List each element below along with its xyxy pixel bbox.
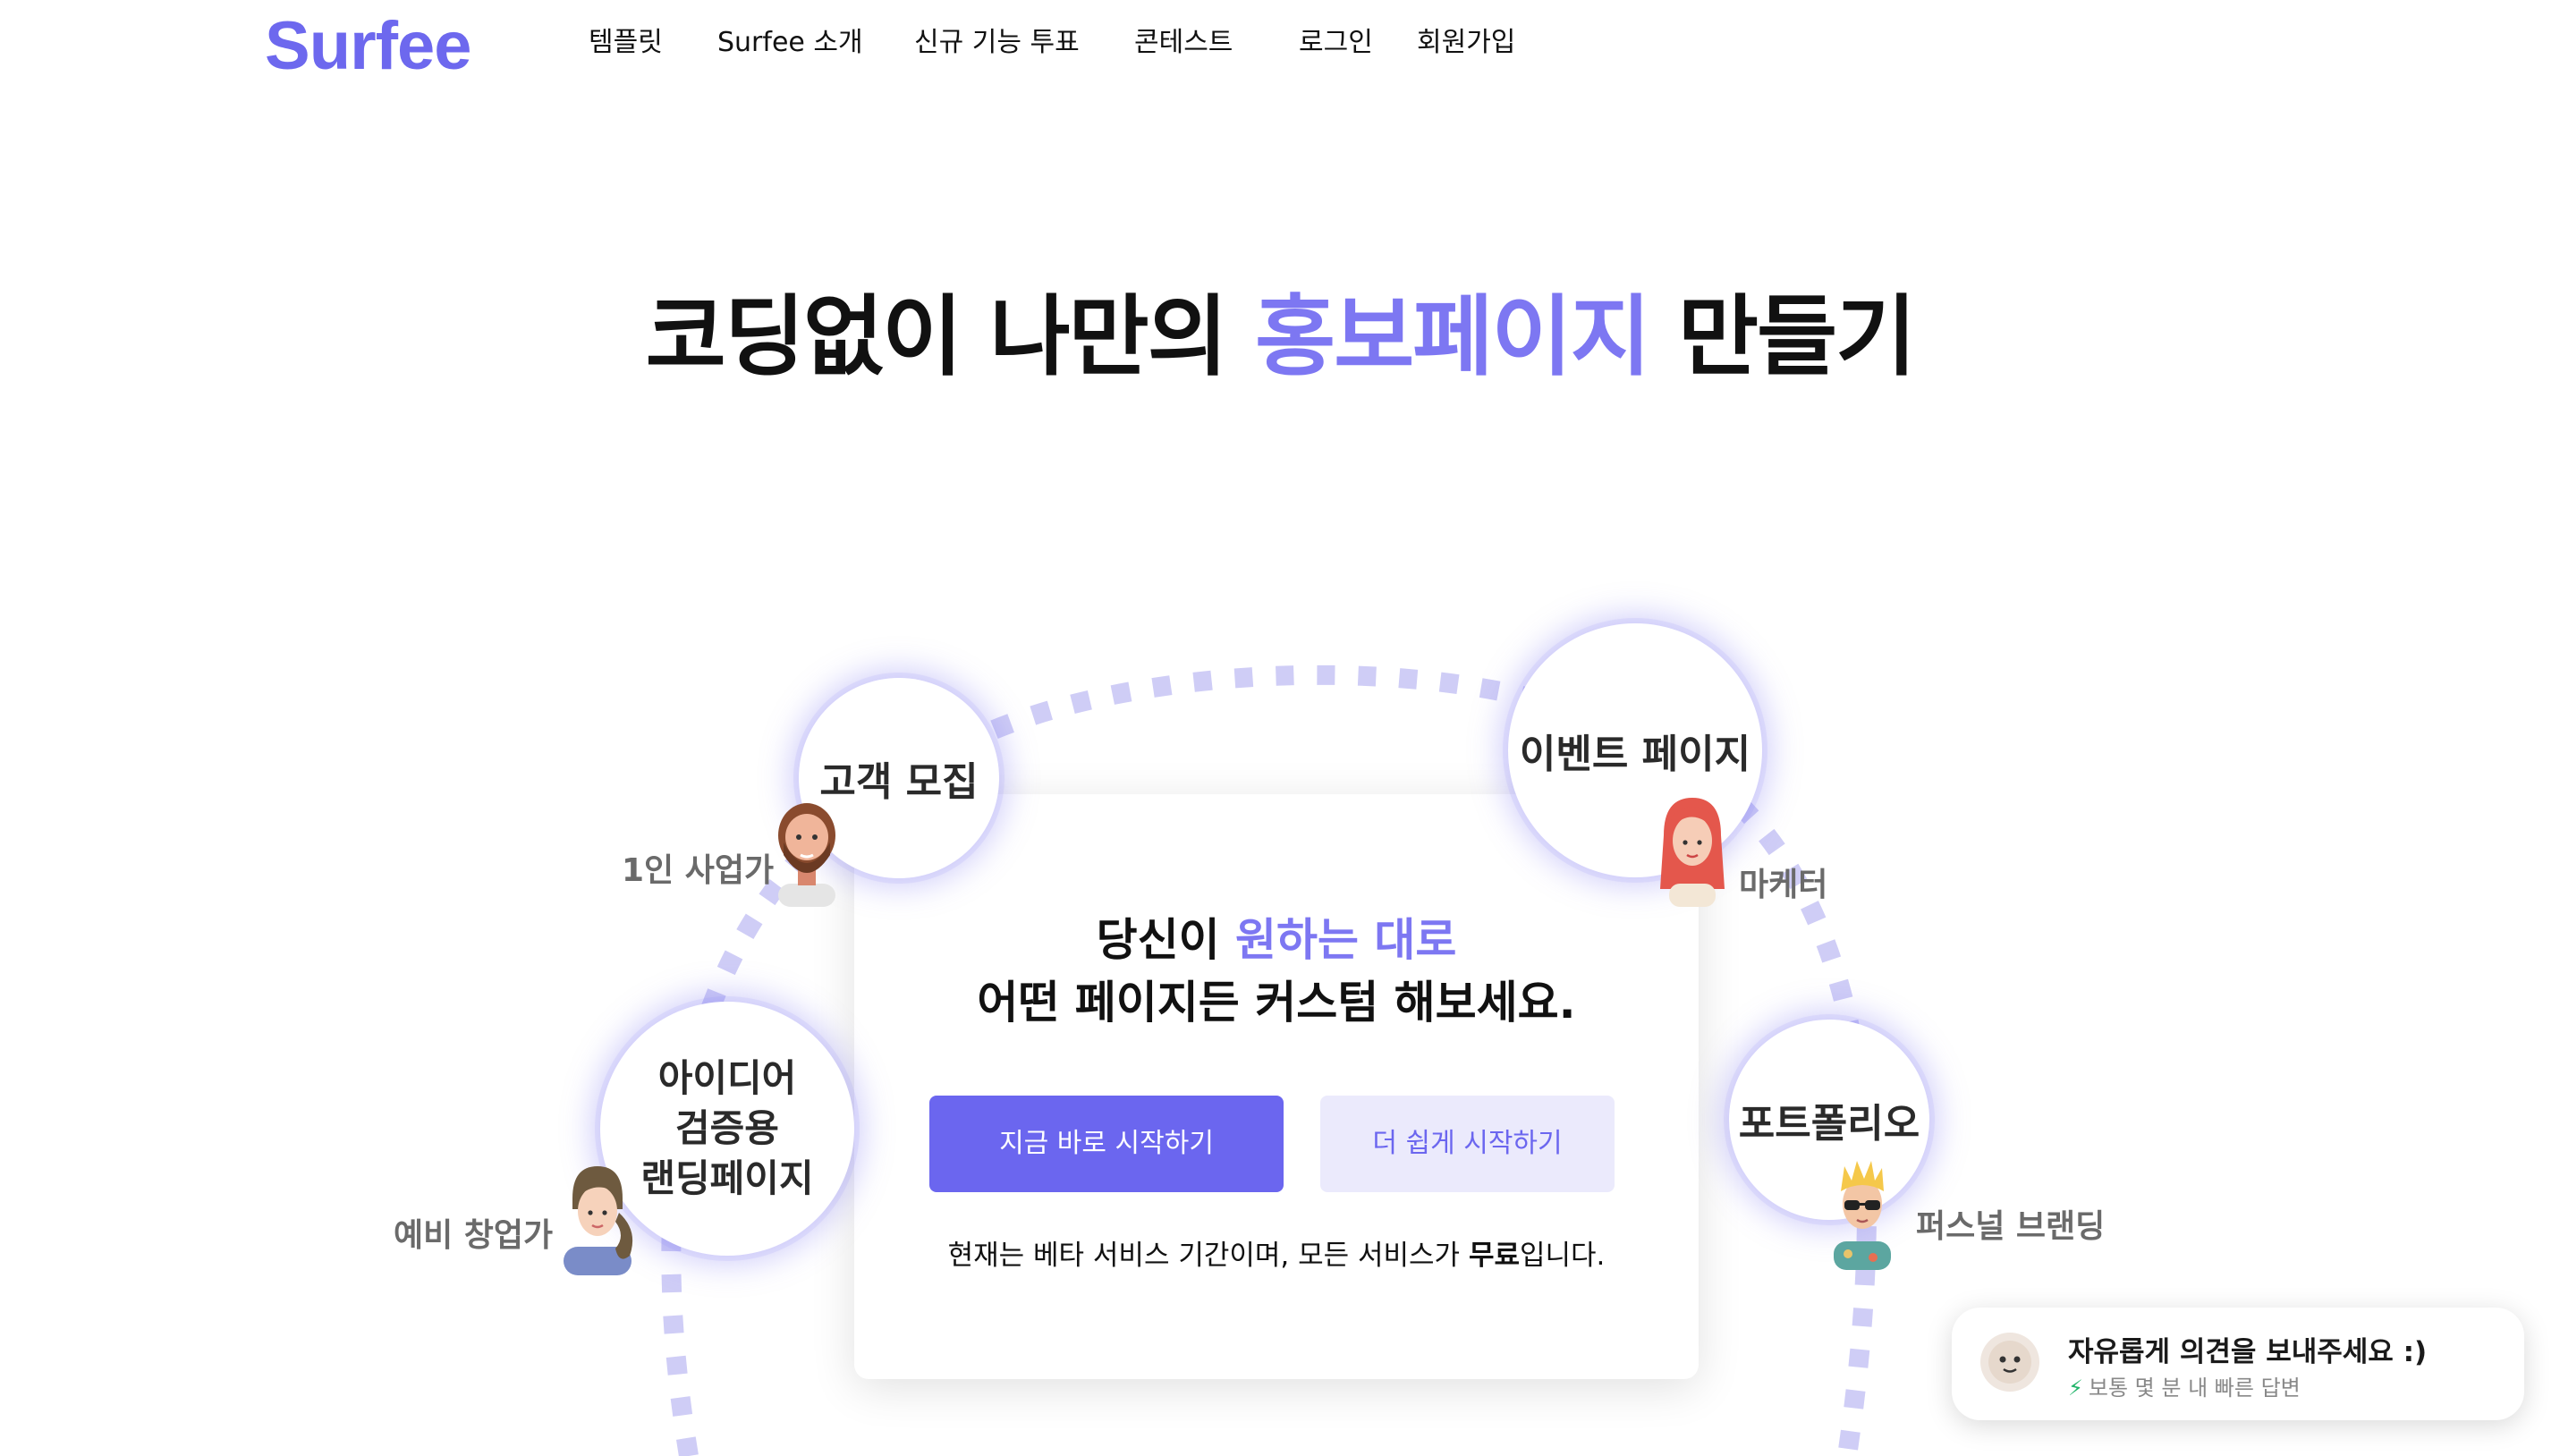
hero-title-start: 코딩없이 나만의 bbox=[645, 286, 1255, 388]
sunglasses-man-avatar bbox=[1834, 1161, 1891, 1270]
start-easier-button[interactable]: 더 쉽게 시작하기 bbox=[1320, 1096, 1615, 1192]
card-headline-1: 당신이 원하는 대로 bbox=[854, 910, 1699, 969]
bubble-event-label: 이벤트 페이지 bbox=[1519, 732, 1751, 777]
feedback-subtitle: ⚡ 보통 몇 분 내 빠른 답변 bbox=[2068, 1370, 2301, 1401]
nav-login[interactable]: 로그인 bbox=[1299, 23, 1373, 63]
notice-text: 현재는 베타 서비스 기간이며, 모든 서비스가 bbox=[947, 1240, 1469, 1272]
bubble-idea-line-3: 랜딩페이지 bbox=[640, 1156, 814, 1200]
hero-title-end: 만들기 bbox=[1649, 286, 1916, 388]
card-headline-start: 당신이 bbox=[1096, 914, 1235, 966]
start-now-button[interactable]: 지금 바로 시작하기 bbox=[929, 1096, 1284, 1192]
nav-signup[interactable]: 회원가입 bbox=[1417, 23, 1515, 63]
role-marketer: 마케터 bbox=[1739, 867, 1828, 903]
bubble-idea-label: 아이디어 검증용 랜딩페이지 bbox=[640, 1054, 813, 1204]
bubble-idea-line-2: 검증용 bbox=[675, 1106, 779, 1150]
lightning-icon: ⚡ bbox=[2068, 1376, 2083, 1401]
card-headline-2: 어떤 페이지든 커스텀 해보세요. bbox=[977, 977, 1576, 1029]
notice-end: 입니다. bbox=[1519, 1240, 1606, 1272]
nav-feature-vote[interactable]: 신규 기능 투표 bbox=[914, 23, 1080, 63]
feedback-title: 자유롭게 의견을 보내주세요 :) bbox=[2068, 1336, 2428, 1368]
bubble-idea-line-1: 아이디어 bbox=[657, 1056, 797, 1100]
role-solo-business: 1인 사업가 bbox=[622, 852, 775, 889]
hero-title-accent: 홍보페이지 bbox=[1254, 286, 1651, 388]
ponytail-woman-avatar bbox=[564, 1166, 633, 1275]
nav-contest[interactable]: 콘테스트 bbox=[1134, 23, 1233, 63]
feedback-subtitle-text: 보통 몇 분 내 빠른 답변 bbox=[2088, 1376, 2301, 1401]
role-pre-founder: 예비 창업가 bbox=[394, 1217, 554, 1254]
nav-about[interactable]: Surfee 소개 bbox=[717, 23, 863, 63]
beta-notice: 현재는 베타 서비스 기간이며, 모든 서비스가 무료입니다. bbox=[854, 1236, 1699, 1275]
nav-templates[interactable]: 템플릿 bbox=[589, 23, 663, 63]
bearded-man-avatar bbox=[778, 803, 835, 907]
hero-title: 코딩없이 나만의 홍보페이지 만들기 bbox=[0, 279, 2560, 395]
surfee-logo[interactable]: Surfee bbox=[265, 7, 472, 85]
cta-card: 당신이 원하는 대로 어떤 페이지든 커스텀 해보세요. 지금 바로 시작하기 … bbox=[854, 794, 1699, 1379]
role-personal-branding: 퍼스널 브랜딩 bbox=[1916, 1208, 2106, 1245]
bubble-portfolio-label: 포트폴리오 bbox=[1738, 1101, 1920, 1147]
red-hair-woman-avatar bbox=[1660, 798, 1725, 907]
feedback-widget[interactable]: 자유롭게 의견을 보내주세요 :) ⚡ 보통 몇 분 내 빠른 답변 bbox=[1952, 1308, 2524, 1420]
card-headline-accent: 원하는 대로 bbox=[1235, 914, 1457, 966]
notice-free: 무료 bbox=[1468, 1240, 1520, 1272]
chat-face-icon bbox=[1980, 1333, 2039, 1392]
